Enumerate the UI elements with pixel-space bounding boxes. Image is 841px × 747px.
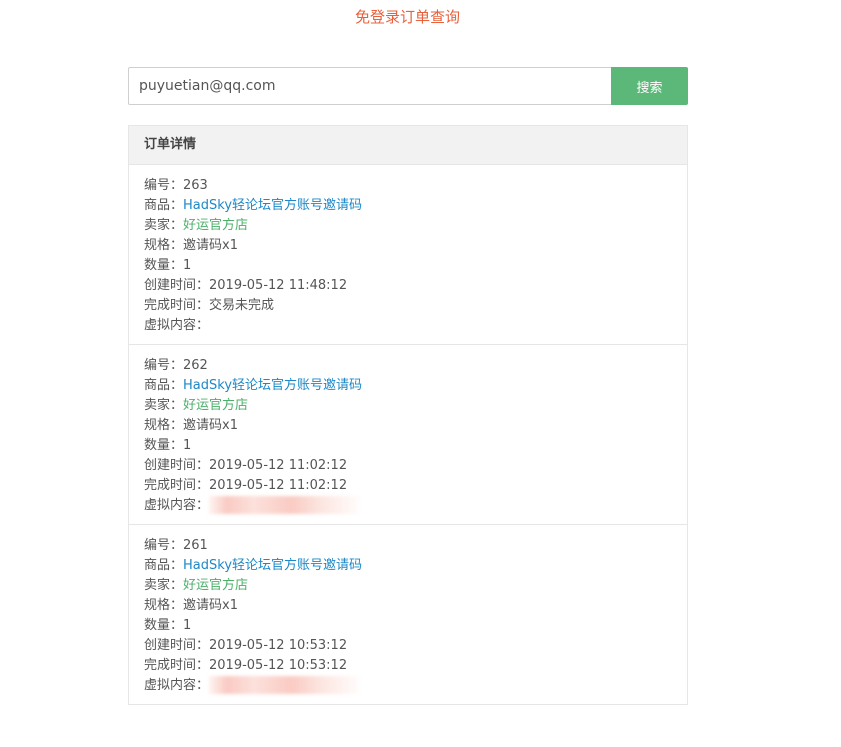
order-completed-row: 完成时间：2019-05-12 11:02:12 [144, 476, 672, 496]
order-created-label: 创建时间： [144, 638, 210, 653]
order-id-row: 编号：262 [144, 356, 672, 376]
order-id-value: 263 [183, 178, 208, 193]
order-created-row: 创建时间：2019-05-12 11:02:12 [144, 456, 672, 476]
order-seller-link[interactable]: 好运官方店 [183, 578, 248, 593]
order-quantity-value: 1 [183, 618, 192, 633]
order-seller-label: 卖家： [144, 218, 184, 233]
order-completed-value: 交易未完成 [209, 298, 275, 313]
order-id-label: 编号： [144, 178, 184, 193]
order-id-label: 编号： [144, 538, 184, 553]
order-quantity-row: 数量：1 [144, 616, 672, 636]
order-created-value: 2019-05-12 11:48:12 [209, 278, 348, 293]
order-id-value: 262 [183, 358, 208, 373]
order-virtual-row: 虚拟内容： [144, 495, 672, 516]
order-completed-row: 完成时间：交易未完成 [144, 296, 672, 316]
order-id-value: 261 [183, 538, 208, 553]
order-completed-row: 完成时间：2019-05-12 10:53:12 [144, 656, 672, 676]
order-completed-value: 2019-05-12 11:02:12 [209, 478, 348, 493]
order-completed-label: 完成时间： [144, 298, 210, 313]
search-bar: 搜索 [128, 67, 688, 105]
search-button[interactable]: 搜索 [611, 67, 688, 105]
order-id-row: 编号：263 [144, 176, 672, 196]
order-spec-row: 规格：邀请码x1 [144, 236, 672, 256]
order-virtual-label: 虚拟内容： [144, 498, 210, 513]
order-created-value: 2019-05-12 10:53:12 [209, 638, 348, 653]
order-quantity-row: 数量：1 [144, 256, 672, 276]
page: 免登录订单查询 搜索 订单详情 编号：263 商品：HadSky轻论坛官方账号邀… [0, 0, 841, 747]
order-spec-value: 邀请码x1 [183, 598, 238, 613]
order-spec-row: 规格：邀请码x1 [144, 596, 672, 616]
order-item: 编号：263 商品：HadSky轻论坛官方账号邀请码 卖家：好运官方店 规格：邀… [129, 165, 687, 345]
order-completed-label: 完成时间： [144, 478, 210, 493]
order-quantity-label: 数量： [144, 258, 184, 273]
order-spec-label: 规格： [144, 238, 184, 253]
order-product-link[interactable]: HadSky轻论坛官方账号邀请码 [183, 198, 362, 213]
order-seller-row: 卖家：好运官方店 [144, 216, 672, 236]
order-spec-label: 规格： [144, 598, 184, 613]
order-quantity-value: 1 [183, 438, 192, 453]
order-product-link[interactable]: HadSky轻论坛官方账号邀请码 [183, 558, 362, 573]
order-virtual-row: 虚拟内容： [144, 316, 672, 336]
order-completed-label: 完成时间： [144, 658, 210, 673]
search-input[interactable] [128, 67, 611, 105]
order-created-label: 创建时间： [144, 278, 210, 293]
order-product-link[interactable]: HadSky轻论坛官方账号邀请码 [183, 378, 362, 393]
order-seller-link[interactable]: 好运官方店 [183, 398, 248, 413]
redacted-virtual-content [209, 495, 360, 514]
order-item: 编号：261 商品：HadSky轻论坛官方账号邀请码 卖家：好运官方店 规格：邀… [129, 525, 687, 704]
order-id-label: 编号： [144, 358, 184, 373]
order-seller-row: 卖家：好运官方店 [144, 576, 672, 596]
order-seller-label: 卖家： [144, 398, 184, 413]
order-completed-value: 2019-05-12 10:53:12 [209, 658, 348, 673]
order-created-row: 创建时间：2019-05-12 11:48:12 [144, 276, 672, 296]
order-quantity-label: 数量： [144, 618, 184, 633]
order-created-label: 创建时间： [144, 458, 210, 473]
order-virtual-row: 虚拟内容： [144, 675, 672, 696]
order-quantity-value: 1 [183, 258, 192, 273]
order-spec-label: 规格： [144, 418, 184, 433]
order-spec-value: 邀请码x1 [183, 238, 238, 253]
order-id-row: 编号：261 [144, 536, 672, 556]
order-quantity-row: 数量：1 [144, 436, 672, 456]
order-created-row: 创建时间：2019-05-12 10:53:12 [144, 636, 672, 656]
order-virtual-label: 虚拟内容： [144, 318, 210, 333]
redacted-virtual-content [209, 675, 360, 694]
order-details-panel: 订单详情 编号：263 商品：HadSky轻论坛官方账号邀请码 卖家：好运官方店… [128, 125, 688, 705]
page-title: 免登录订单查询 [354, 8, 460, 26]
order-product-row: 商品：HadSky轻论坛官方账号邀请码 [144, 196, 672, 216]
order-seller-link[interactable]: 好运官方店 [183, 218, 248, 233]
order-product-label: 商品： [144, 558, 184, 573]
order-product-row: 商品：HadSky轻论坛官方账号邀请码 [144, 376, 672, 396]
order-product-label: 商品： [144, 378, 184, 393]
panel-header: 订单详情 [129, 126, 687, 165]
order-spec-row: 规格：邀请码x1 [144, 416, 672, 436]
order-virtual-label: 虚拟内容： [144, 678, 210, 693]
order-seller-label: 卖家： [144, 578, 184, 593]
order-created-value: 2019-05-12 11:02:12 [209, 458, 348, 473]
order-product-label: 商品： [144, 198, 184, 213]
order-seller-row: 卖家：好运官方店 [144, 396, 672, 416]
order-product-row: 商品：HadSky轻论坛官方账号邀请码 [144, 556, 672, 576]
order-quantity-label: 数量： [144, 438, 184, 453]
order-item: 编号：262 商品：HadSky轻论坛官方账号邀请码 卖家：好运官方店 规格：邀… [129, 345, 687, 525]
order-spec-value: 邀请码x1 [183, 418, 238, 433]
